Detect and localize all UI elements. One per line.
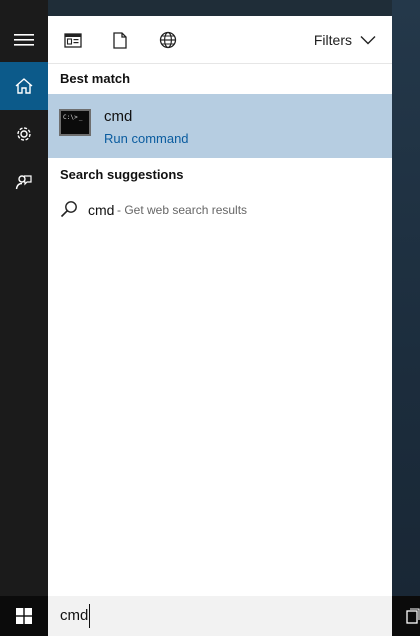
left-rail xyxy=(0,0,48,596)
desktop-background xyxy=(392,0,420,596)
search-input-text[interactable]: cmd xyxy=(60,607,88,625)
search-results-panel: Filters Best match C:\> cmd Run command … xyxy=(48,16,392,596)
search-box[interactable]: cmd xyxy=(48,596,392,636)
start-button[interactable] xyxy=(0,596,48,636)
search-toolbar: Filters xyxy=(48,16,392,64)
windows-logo-icon xyxy=(16,608,32,624)
chevron-down-icon xyxy=(360,36,376,45)
feedback-icon xyxy=(15,175,32,190)
documents-filter-button[interactable] xyxy=(108,28,132,52)
best-match-title: cmd xyxy=(104,108,133,125)
menu-icon xyxy=(14,34,34,46)
globe-icon xyxy=(159,31,177,49)
settings-icon xyxy=(17,127,31,141)
search-start-window: Filters Best match C:\> cmd Run command … xyxy=(0,0,420,636)
task-view-button[interactable] xyxy=(392,596,420,636)
best-match-heading: Best match xyxy=(60,71,131,86)
command-prompt-icon-text: C:\> xyxy=(63,114,83,121)
feedback-button[interactable] xyxy=(0,158,48,206)
settings-button[interactable] xyxy=(0,110,48,158)
home-button[interactable] xyxy=(0,62,48,110)
menu-button[interactable] xyxy=(0,16,48,64)
text-cursor xyxy=(89,604,90,628)
web-filter-button[interactable] xyxy=(156,28,180,52)
suggestion-term: cmd xyxy=(88,202,115,218)
search-suggestions-heading: Search suggestions xyxy=(60,167,184,182)
task-view-icon xyxy=(406,608,420,624)
filters-dropdown[interactable]: Filters xyxy=(314,28,376,52)
search-suggestion-item[interactable]: cmd - Get web search results xyxy=(48,196,392,224)
document-icon xyxy=(113,31,127,49)
command-prompt-icon: C:\> xyxy=(59,109,91,136)
best-match-subtitle: Run command xyxy=(104,131,189,146)
home-icon xyxy=(15,78,33,94)
search-icon xyxy=(60,201,77,218)
filters-label: Filters xyxy=(313,32,352,48)
apps-icon xyxy=(64,32,82,48)
best-match-result[interactable]: C:\> cmd Run command xyxy=(48,94,392,158)
suggestion-hint: - Get web search results xyxy=(117,203,248,217)
apps-filter-button[interactable] xyxy=(61,28,85,52)
